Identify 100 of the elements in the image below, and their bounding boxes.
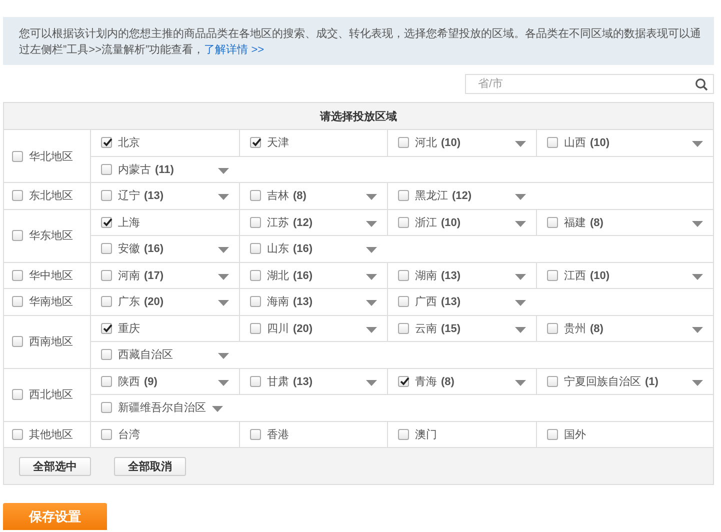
checkbox[interactable] [250, 376, 261, 387]
checkbox[interactable] [101, 402, 112, 414]
checkbox[interactable] [12, 428, 23, 440]
checkbox[interactable] [101, 428, 112, 440]
checkbox[interactable] [101, 243, 112, 254]
region-label: 其他地区 [29, 428, 73, 442]
province-label: 贵州 (8) [564, 322, 604, 336]
learn-more-link[interactable]: 了解详情 >> [204, 44, 264, 56]
caret-icon[interactable] [366, 220, 377, 226]
province-label: 新疆维吾尔自治区 [118, 400, 206, 416]
checkbox[interactable] [250, 190, 261, 202]
caret-icon[interactable] [515, 380, 526, 386]
caret-icon[interactable] [366, 380, 377, 386]
caret-icon[interactable] [218, 247, 229, 253]
checkbox[interactable] [12, 230, 23, 241]
region-label: 西南地区 [29, 335, 73, 349]
caret-icon[interactable] [515, 274, 526, 280]
checkbox[interactable] [12, 296, 23, 308]
checkbox[interactable] [12, 150, 23, 162]
checkbox[interactable] [398, 296, 409, 308]
province-label: 广东 (20) [118, 294, 164, 310]
checkbox[interactable] [12, 336, 23, 347]
checkbox[interactable] [398, 216, 409, 228]
caret-icon[interactable] [212, 406, 223, 412]
caret-icon[interactable] [692, 380, 703, 386]
caret-icon[interactable] [366, 274, 377, 280]
caret-icon[interactable] [218, 168, 229, 174]
region-label: 西北地区 [29, 388, 73, 402]
province-label: 海南 (13) [267, 295, 313, 310]
checkbox[interactable] [250, 137, 261, 148]
checkbox[interactable] [547, 428, 558, 440]
province-label: 香港 [267, 428, 289, 442]
checkbox[interactable] [547, 270, 558, 281]
checkbox[interactable] [398, 190, 409, 202]
checkbox[interactable] [12, 389, 23, 400]
province-label: 四川 (20) [267, 322, 313, 336]
checkbox[interactable] [101, 164, 112, 175]
province-label: 湖北 (16) [267, 268, 313, 283]
checkbox[interactable] [547, 137, 558, 148]
checkbox[interactable] [101, 322, 112, 334]
caret-icon[interactable] [218, 380, 229, 386]
checkbox[interactable] [101, 349, 112, 360]
caret-icon[interactable] [218, 300, 229, 306]
caret-icon[interactable] [515, 300, 526, 306]
checkbox[interactable] [250, 216, 261, 228]
checkbox[interactable] [101, 376, 112, 387]
caret-icon[interactable] [218, 274, 229, 280]
checkbox[interactable] [547, 376, 558, 387]
checkbox[interactable] [547, 322, 558, 334]
province-label: 山西 (10) [564, 136, 610, 150]
caret-icon[interactable] [515, 326, 526, 332]
checkbox[interactable] [12, 270, 23, 281]
checkbox[interactable] [398, 270, 409, 281]
caret-icon[interactable] [515, 194, 526, 200]
checkbox[interactable] [101, 296, 112, 308]
checkbox[interactable] [398, 322, 409, 334]
caret-icon[interactable] [218, 353, 229, 359]
checkbox[interactable] [250, 296, 261, 308]
province-label: 山东 (16) [267, 242, 313, 256]
province-label: 陕西 (9) [118, 374, 158, 389]
checkbox[interactable] [101, 216, 112, 228]
province-label: 云南 (15) [415, 322, 461, 336]
province-label: 河南 (17) [118, 268, 164, 283]
caret-icon[interactable] [366, 300, 377, 306]
checkbox[interactable] [250, 270, 261, 281]
checkbox[interactable] [398, 428, 409, 440]
checkbox[interactable] [547, 216, 558, 228]
caret-icon[interactable] [515, 141, 526, 147]
checkbox[interactable] [250, 322, 261, 334]
province-label: 重庆 [118, 322, 140, 336]
deselect-all-button[interactable]: 全部取消 [114, 456, 186, 476]
checkbox[interactable] [101, 270, 112, 281]
caret-icon[interactable] [515, 220, 526, 226]
province-label: 浙江 (10) [415, 216, 461, 230]
caret-icon[interactable] [692, 220, 703, 226]
caret-icon[interactable] [692, 326, 703, 332]
province-label: 河北 (10) [415, 136, 461, 150]
province-label: 宁夏回族自治区 (1) [564, 374, 658, 389]
caret-icon[interactable] [692, 141, 703, 147]
region-label: 东北地区 [29, 188, 73, 204]
province-label: 台湾 [118, 428, 140, 442]
checkbox[interactable] [398, 376, 409, 387]
province-label: 安徽 (16) [118, 242, 164, 256]
caret-icon[interactable] [366, 247, 377, 253]
checkbox[interactable] [12, 190, 23, 202]
caret-icon[interactable] [366, 194, 377, 200]
caret-icon[interactable] [692, 274, 703, 280]
province-label: 上海 [118, 216, 140, 230]
select-all-button[interactable]: 全部选中 [19, 456, 91, 476]
caret-icon[interactable] [366, 326, 377, 332]
checkbox[interactable] [101, 137, 112, 148]
checkbox[interactable] [101, 190, 112, 202]
checkbox[interactable] [398, 137, 409, 148]
checkbox[interactable] [250, 243, 261, 254]
checkbox[interactable] [250, 428, 261, 440]
province-label: 湖南 (13) [415, 268, 461, 283]
table-header: 请选择投放区域 [4, 103, 713, 130]
search-field[interactable]: 省/市 [465, 74, 714, 94]
caret-icon[interactable] [218, 194, 229, 200]
search-icon[interactable] [695, 78, 708, 91]
